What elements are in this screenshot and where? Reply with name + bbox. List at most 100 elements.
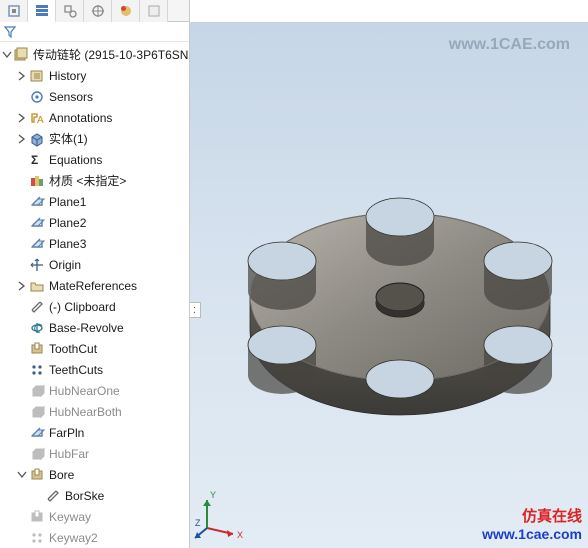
tree-item[interactable]: Plane1 [0, 191, 189, 212]
tab-dimxpert[interactable] [84, 0, 112, 22]
cut-icon [29, 341, 45, 357]
extrude-icon [29, 404, 45, 420]
branding: 仿真在线 www.1cae.com [482, 505, 582, 542]
twisty-closed-icon[interactable] [16, 133, 28, 145]
tree-item[interactable]: Keyway2 [0, 527, 189, 548]
tree-item[interactable]: Sensors [0, 86, 189, 107]
tree-item-label: ToothCut [49, 342, 97, 356]
svg-text:Y: Y [210, 490, 216, 500]
tree-item-label: Base-Revolve [49, 321, 124, 335]
pattern-icon [29, 530, 45, 546]
tree-item[interactable]: Plane3 [0, 233, 189, 254]
part-name-label: 传动链轮 (2915-10-3P6T6SN3 [33, 46, 189, 63]
watermark-center: 1CAE.COM [299, 269, 479, 301]
tree-item[interactable]: 材质 <未指定> [0, 170, 189, 191]
tree-item[interactable]: HubNearBoth [0, 401, 189, 422]
tree-item-label: Plane2 [49, 216, 86, 230]
tree-item[interactable]: A Annotations [0, 107, 189, 128]
part-icon [13, 47, 29, 63]
sketch-icon [29, 299, 45, 315]
twisty-open-icon[interactable] [2, 49, 12, 61]
watermark-top: www.1CAE.com [449, 36, 570, 54]
tree-item-label: Origin [49, 258, 81, 272]
origin-icon [29, 257, 45, 273]
tree-item[interactable]: HubFar [0, 443, 189, 464]
tree-item-label: (-) Clipboard [49, 300, 116, 314]
svg-text:Z: Z [195, 518, 201, 528]
tab-feature-tree[interactable] [28, 0, 56, 22]
cut-icon [29, 509, 45, 525]
folder-icon [29, 278, 45, 294]
tree-item[interactable]: (-) Clipboard [0, 296, 189, 317]
tree-item[interactable]: Σ Equations [0, 149, 189, 170]
sensor-icon [29, 89, 45, 105]
tree-item-label: Annotations [49, 111, 112, 125]
cut-icon [29, 467, 45, 483]
tree-item[interactable]: 实体(1) [0, 128, 189, 149]
solid-icon [29, 131, 45, 147]
tree-item-label: Equations [49, 153, 102, 167]
tree-item[interactable]: History [0, 65, 189, 86]
tree-item-label: FarPln [49, 426, 84, 440]
twisty-closed-icon[interactable] [16, 280, 28, 292]
tree-item-label: Plane3 [49, 237, 86, 251]
tab-property[interactable] [56, 0, 84, 22]
tree-item-label: Bore [49, 468, 74, 482]
tree-item-label: 实体(1) [49, 130, 88, 147]
filter-icon [4, 26, 16, 38]
tab-appearance[interactable] [140, 0, 168, 22]
tree-item-label: MateReferences [49, 279, 137, 293]
tree-item[interactable]: TeethCuts [0, 359, 189, 380]
equation-icon: Σ [29, 152, 45, 168]
tree-item-label: HubNearBoth [49, 405, 122, 419]
svg-text:Σ: Σ [31, 153, 38, 167]
feature-manager-panel: 传动链轮 (2915-10-3P6T6SN3 History Sensors A An… [0, 22, 190, 548]
plane-icon [29, 425, 45, 441]
pattern-icon [29, 362, 45, 378]
material-icon [29, 173, 45, 189]
brand-cn: 仿真在线 [482, 505, 582, 526]
tree-item[interactable]: Bore [0, 464, 189, 485]
tree-item-label: Sensors [49, 90, 93, 104]
orientation-triad[interactable]: X Y Z [193, 486, 249, 542]
tree-root[interactable]: 传动链轮 (2915-10-3P6T6SN3 [0, 44, 189, 65]
tree-item-label: HubFar [49, 447, 89, 461]
extrude-icon [29, 383, 45, 399]
tree-item[interactable]: FarPln [0, 422, 189, 443]
tree-item-label: TeethCuts [49, 363, 103, 377]
revolve-icon [29, 320, 45, 336]
filter-bar[interactable] [0, 22, 189, 42]
svg-text:A: A [37, 115, 44, 126]
manager-tabs [0, 0, 190, 22]
tree-item[interactable]: Plane2 [0, 212, 189, 233]
tree-item[interactable]: Origin [0, 254, 189, 275]
tree-item-label: HubNearOne [49, 384, 120, 398]
tree-item[interactable]: HubNearOne [0, 380, 189, 401]
tree-item[interactable]: ToothCut [0, 338, 189, 359]
tab-config[interactable] [0, 0, 28, 22]
twisty-closed-icon[interactable] [16, 112, 28, 124]
tree-item-label: Keyway [49, 510, 91, 524]
tree-item[interactable]: BorSke [0, 485, 189, 506]
tree-item[interactable]: MateReferences [0, 275, 189, 296]
tree-item-label: Plane1 [49, 195, 86, 209]
twisty-open-icon[interactable] [16, 469, 28, 481]
plane-icon [29, 215, 45, 231]
sketch-icon [45, 488, 61, 504]
twisty-closed-icon[interactable] [16, 70, 28, 82]
tab-display[interactable] [112, 0, 140, 22]
plane-icon [29, 194, 45, 210]
model-sprocket [200, 42, 580, 522]
tree-item-label: History [49, 69, 86, 83]
tree-item[interactable]: Keyway [0, 506, 189, 527]
tree-item[interactable]: Base-Revolve [0, 317, 189, 338]
tree-item-label: Keyway2 [49, 531, 98, 545]
ruler-tag: : [190, 302, 201, 318]
plane-icon [29, 236, 45, 252]
history-icon [29, 68, 45, 84]
feature-tree: 传动链轮 (2915-10-3P6T6SN3 History Sensors A An… [0, 42, 189, 548]
brand-url: www.1cae.com [482, 526, 582, 542]
tree-item-label: BorSke [65, 489, 104, 503]
annot-icon: A [29, 110, 45, 126]
graphics-viewport[interactable]: www.1CAE.com 1CAE.COM [190, 22, 588, 548]
